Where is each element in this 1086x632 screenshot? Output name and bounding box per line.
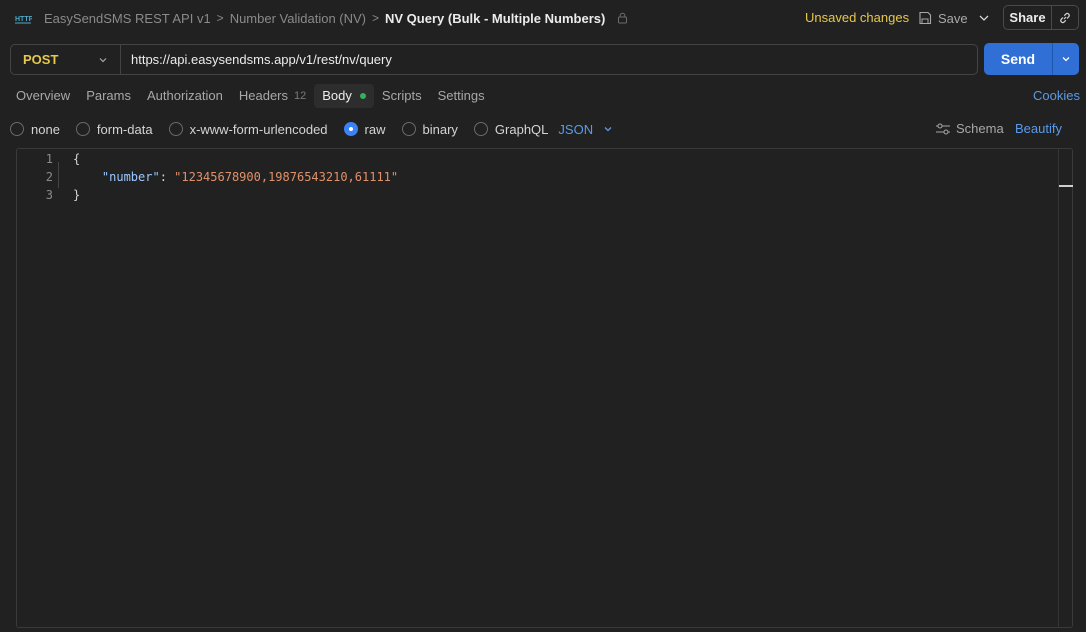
radio-binary[interactable]: binary <box>401 121 458 137</box>
editor-scrollbar[interactable] <box>1058 149 1059 627</box>
request-title[interactable]: NV Query (Bulk - Multiple Numbers) <box>385 11 605 26</box>
tab-label: Params <box>86 88 131 103</box>
breadcrumb-collection[interactable]: EasySendSMS REST API v1 <box>44 11 211 26</box>
radio-label: x-www-form-urlencoded <box>189 121 328 137</box>
tab-overview[interactable]: Overview <box>8 84 78 108</box>
beautify-button[interactable]: Beautify <box>1015 121 1062 136</box>
url-input[interactable] <box>121 45 977 74</box>
share-button-group: Share <box>1003 5 1079 30</box>
editor-line: 3 } <box>17 186 1057 204</box>
sliders-icon <box>936 123 950 134</box>
breadcrumb-separator: > <box>216 11 224 25</box>
open-brace: { <box>73 152 81 166</box>
json-key: "number" <box>101 170 160 184</box>
link-icon <box>1060 12 1070 23</box>
radio-circle <box>75 122 90 136</box>
request-header: HTTP EasySendSMS REST API v1 > Number Va… <box>0 0 1086 36</box>
tab-label: Body <box>322 88 352 103</box>
save-label: Save <box>938 10 968 26</box>
radio-none[interactable]: none <box>10 122 60 137</box>
schema-label: Schema <box>956 121 1004 136</box>
send-options-button[interactable] <box>1053 43 1079 75</box>
radio-raw[interactable]: raw <box>343 121 386 137</box>
editor-line: 2 "number": "12345678900,19876543210,611… <box>17 168 1057 186</box>
share-button[interactable]: Share <box>1004 6 1052 29</box>
tab-authorization[interactable]: Authorization <box>139 84 231 108</box>
status-dot <box>359 93 366 99</box>
schema-button[interactable]: Schema <box>935 121 1004 136</box>
cookies-link[interactable]: Cookies <box>1033 88 1080 103</box>
method-select[interactable]: POST <box>11 45 121 74</box>
tab-label: Overview <box>16 88 71 103</box>
radio-label: GraphQL <box>494 121 549 137</box>
request-tabs: Overview Params Authorization Headers 12 … <box>8 84 493 108</box>
breadcrumb-folder[interactable]: Number Validation (NV) <box>230 11 366 26</box>
radio-circle <box>10 122 24 136</box>
tab-label: Scripts <box>381 88 422 103</box>
breadcrumb-separator: > <box>372 11 380 25</box>
scroll-position-marker <box>1059 185 1073 187</box>
radio-circle <box>473 122 488 136</box>
format-select[interactable]: JSON <box>558 122 613 137</box>
json-value: "12345678900,19876543210,61111" <box>174 170 399 184</box>
line-number: 2 <box>45 170 53 184</box>
url-bar: POST <box>10 44 978 75</box>
radio-graphql[interactable]: GraphQL <box>473 121 549 137</box>
tab-label: Headers <box>238 88 289 103</box>
chevron-down-icon[interactable] <box>977 9 991 27</box>
copy-link-button[interactable] <box>1052 11 1078 25</box>
tab-body[interactable]: Body <box>314 84 374 108</box>
tab-params[interactable]: Params <box>78 84 139 108</box>
editor-line: 1 { <box>17 150 1057 168</box>
tab-label: Authorization <box>146 88 223 103</box>
radio-label: none <box>31 121 60 137</box>
lock-icon[interactable] <box>617 12 628 24</box>
radio-circle <box>401 122 416 136</box>
tab-headers[interactable]: Headers 12 <box>231 84 314 108</box>
radio-label: binary <box>422 121 458 137</box>
save-button[interactable]: Save <box>918 6 968 30</box>
indent-guide <box>58 162 59 188</box>
radio-circle-selected <box>343 122 358 136</box>
radio-label: raw <box>364 121 386 137</box>
chevron-down-icon <box>1062 57 1070 62</box>
line-content: { <box>73 152 80 166</box>
close-brace: } <box>73 188 81 202</box>
send-button[interactable]: Send <box>984 43 1053 75</box>
line-content: "number": "12345678900,19876543210,61111… <box>73 170 398 184</box>
code-editor[interactable]: 1 { 2 "number": "12345678900,19876543210… <box>16 148 1073 628</box>
send-button-group: Send <box>984 43 1079 75</box>
chevron-down-icon <box>604 127 612 132</box>
line-number: 3 <box>45 188 53 202</box>
svg-text:HTTP: HTTP <box>15 16 32 23</box>
chevron-down-icon <box>99 57 107 62</box>
format-label: JSON <box>558 121 594 137</box>
body-type-selector: none form-data x-www-form-urlencoded raw… <box>10 119 613 139</box>
tab-label: Settings <box>437 88 485 103</box>
breadcrumb: EasySendSMS REST API v1 > Number Validat… <box>44 0 628 36</box>
radio-urlencoded[interactable]: x-www-form-urlencoded <box>168 121 328 137</box>
line-content: } <box>73 188 80 202</box>
radio-label: form-data <box>96 121 153 137</box>
method-label: POST <box>23 52 59 67</box>
json-colon: : <box>159 170 175 184</box>
headers-count: 12 <box>294 90 307 102</box>
line-number: 1 <box>45 152 53 166</box>
radio-form-data[interactable]: form-data <box>75 121 153 137</box>
tab-settings[interactable]: Settings <box>430 84 493 108</box>
tab-scripts[interactable]: Scripts <box>374 84 430 108</box>
save-icon <box>919 11 932 25</box>
unsaved-changes-label: Unsaved changes <box>805 10 910 25</box>
radio-circle <box>168 122 183 136</box>
http-icon: HTTP <box>15 16 32 24</box>
